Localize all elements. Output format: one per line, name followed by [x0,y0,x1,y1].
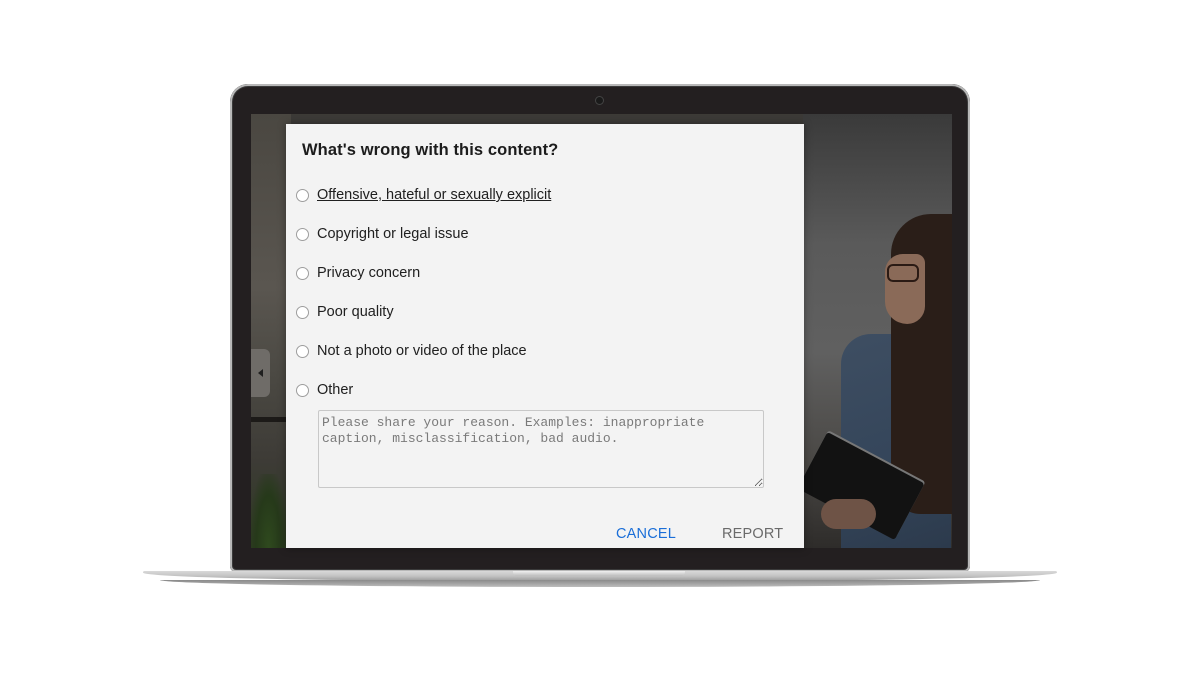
laptop-hinge-notch [513,571,685,576]
dialog-title: What's wrong with this content? [302,141,559,159]
option-label: Poor quality [317,304,394,320]
report-content-dialog: What's wrong with this content? Offensiv… [286,124,804,548]
radio-button[interactable] [296,305,309,319]
report-button[interactable]: REPORT [722,526,783,542]
option-poor-quality[interactable]: Poor quality [296,301,394,323]
option-label: Offensive, hateful or sexually explicit [317,187,552,203]
previous-photo-button[interactable] [251,349,270,397]
option-privacy[interactable]: Privacy concern [296,262,420,284]
option-label: Other [317,382,354,398]
radio-button[interactable] [296,227,309,241]
cancel-button[interactable]: CANCEL [616,526,676,542]
radio-button[interactable] [296,383,309,397]
webcam-icon [596,97,603,104]
person-hand [821,499,876,529]
reason-textarea[interactable] [318,410,764,488]
radio-button[interactable] [296,266,309,280]
person-glasses [887,264,919,282]
option-other[interactable]: Other [296,379,353,401]
option-copyright[interactable]: Copyright or legal issue [296,223,469,245]
radio-button[interactable] [296,188,309,202]
background-plant [251,474,286,548]
option-label: Copyright or legal issue [317,226,469,242]
background-shelf [251,417,291,422]
option-label: Not a photo or video of the place [317,343,527,359]
radio-button[interactable] [296,344,309,358]
laptop-base-edge [160,580,1040,587]
option-label: Privacy concern [317,265,421,281]
chevron-left-icon [258,369,263,377]
option-offensive[interactable]: Offensive, hateful or sexually explicit [296,184,551,206]
option-not-the-place[interactable]: Not a photo or video of the place [296,340,527,362]
